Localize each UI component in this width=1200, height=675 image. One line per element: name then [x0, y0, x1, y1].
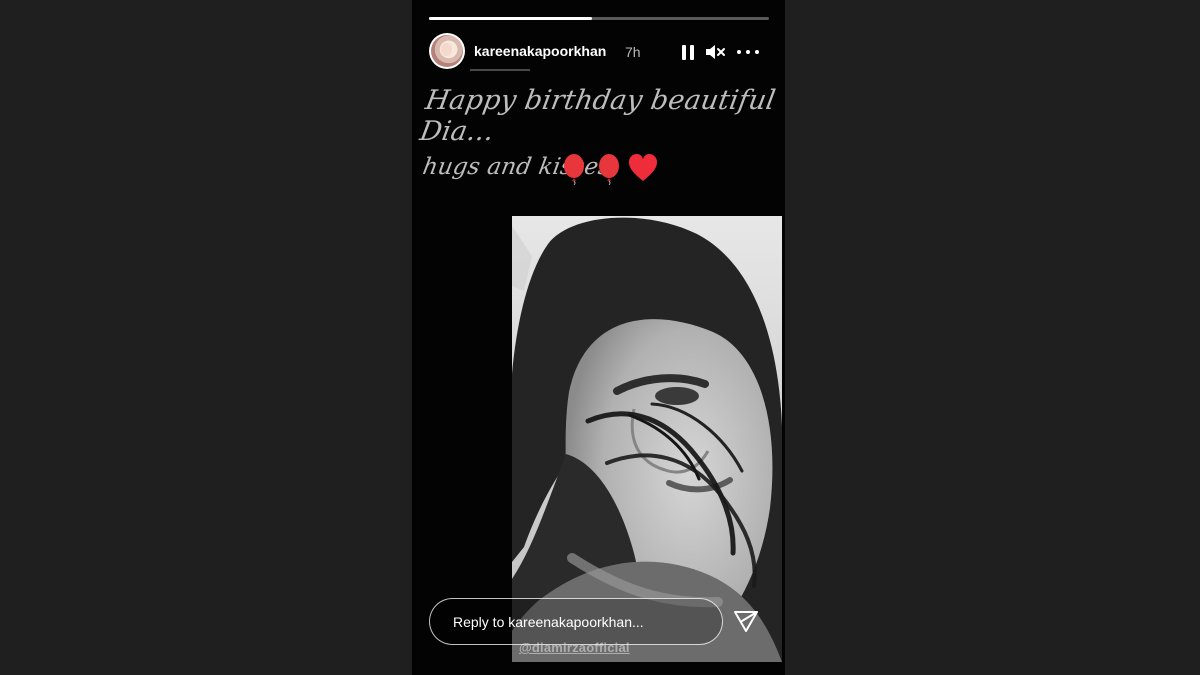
pause-icon	[680, 44, 696, 60]
mention-tag[interactable]: @diamirzaofficial	[519, 640, 630, 655]
username[interactable]: kareenakapoorkhan	[474, 43, 606, 59]
story-progress-bar	[429, 17, 769, 20]
username-underline	[470, 69, 530, 71]
pause-button[interactable]	[676, 40, 700, 64]
portrait-photo-graphic	[512, 216, 782, 662]
story-photo	[512, 216, 782, 662]
reply-placeholder: Reply to kareenakapoorkhan...	[453, 613, 644, 630]
story-viewer[interactable]: kareenakapoorkhan 7h Happy birthday beau…	[412, 0, 785, 675]
send-icon	[734, 611, 758, 632]
balloon-icon	[564, 154, 584, 185]
balloon-icon	[599, 154, 619, 185]
reply-input[interactable]: Reply to kareenakapoorkhan...	[429, 598, 723, 645]
more-options-button[interactable]	[734, 40, 764, 64]
story-progress-fill	[429, 17, 593, 20]
page: kareenakapoorkhan 7h Happy birthday beau…	[0, 0, 1200, 675]
mute-button[interactable]	[703, 40, 727, 64]
red-heart-icon	[629, 154, 657, 181]
avatar[interactable]	[429, 33, 465, 69]
send-button[interactable]	[730, 605, 762, 637]
muted-speaker-icon	[706, 45, 725, 59]
more-options-icon	[737, 49, 761, 55]
avatar-face-shape	[441, 43, 452, 56]
story-header: kareenakapoorkhan 7h	[429, 33, 769, 71]
timestamp: 7h	[625, 44, 641, 60]
caption-line-1: Happy birthday beautiful Dia...	[417, 85, 778, 147]
